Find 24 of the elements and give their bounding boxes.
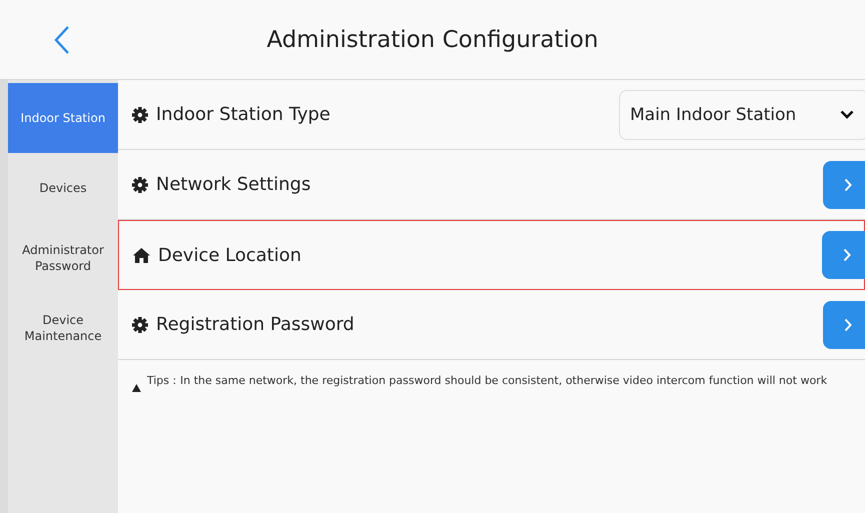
open-button[interactable]: [822, 231, 865, 279]
sidebar-item[interactable]: Devices: [8, 153, 118, 223]
setting-label: Indoor Station Type: [156, 104, 332, 125]
tip-text: Tips：In the same network, the registration password should be consistent, otherwise video intercom function will not work: [147, 373, 828, 389]
open-button[interactable]: [823, 160, 865, 208]
warning-icon: [132, 384, 141, 392]
chevron-right-icon: [844, 318, 852, 332]
setting-label: Network Settings: [156, 174, 312, 195]
gear-icon: [132, 106, 148, 122]
chevron-right-icon: [844, 178, 852, 192]
chevron-right-icon: [843, 248, 851, 262]
sidebar-item[interactable]: Administrator Password: [8, 223, 118, 293]
station-type-dropdown[interactable]: Main Indoor Station: [619, 90, 865, 140]
sidebar-item[interactable]: Indoor Station: [8, 83, 118, 153]
gear-icon: [132, 176, 148, 192]
sidebar-item[interactable]: Device Maintenance: [8, 293, 118, 363]
setting-label: Registration Password: [156, 314, 356, 335]
page-title: Administration Configuration: [266, 26, 598, 52]
back-icon: [54, 24, 70, 54]
chevron-down-icon: [840, 110, 854, 119]
open-button[interactable]: [823, 300, 865, 348]
gear-icon: [132, 316, 148, 332]
setting-label: Device Location: [158, 244, 302, 266]
home-icon: [133, 248, 150, 262]
